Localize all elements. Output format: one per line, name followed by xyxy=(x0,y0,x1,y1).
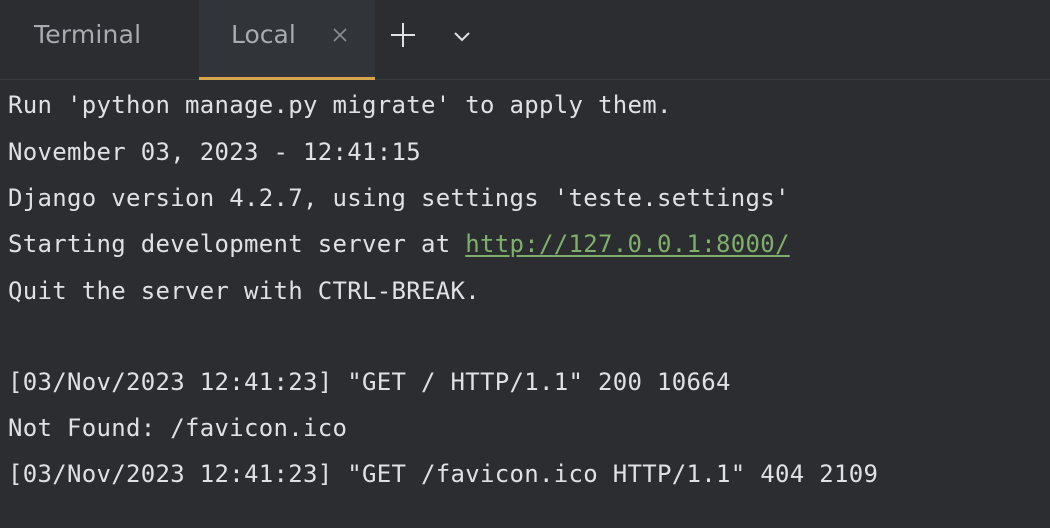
terminal-line: Run 'python manage.py migrate' to apply … xyxy=(8,91,672,119)
tool-window-title: Terminal xyxy=(34,20,142,49)
terminal-line: Starting development server at http://12… xyxy=(8,229,790,259)
terminal-tabbar: Terminal Local xyxy=(0,0,1050,80)
terminal-window: Terminal Local Run 'python manage.py mig… xyxy=(0,0,1050,528)
plus-icon[interactable] xyxy=(388,20,418,50)
server-url-link[interactable]: http://127.0.0.1:8000/ xyxy=(465,230,789,258)
terminal-line: Django version 4.2.7, using settings 'te… xyxy=(8,184,790,212)
terminal-line: [03/Nov/2023 12:41:23] "GET /favicon.ico… xyxy=(8,460,879,488)
terminal-line: November 03, 2023 - 12:41:15 xyxy=(8,138,421,166)
terminal-line-text: Starting development server at xyxy=(8,230,466,258)
chevron-down-icon[interactable] xyxy=(450,24,474,48)
terminal-line: Quit the server with CTRL-BREAK. xyxy=(8,277,480,305)
close-icon[interactable] xyxy=(327,22,353,48)
terminal-output[interactable]: Run 'python manage.py migrate' to apply … xyxy=(0,81,1050,528)
terminal-line: [03/Nov/2023 12:41:23] "GET / HTTP/1.1" … xyxy=(8,368,731,396)
active-tab-indicator xyxy=(199,77,375,80)
terminal-line: Not Found: /favicon.ico xyxy=(8,414,348,442)
tab-label: Local xyxy=(231,20,296,49)
